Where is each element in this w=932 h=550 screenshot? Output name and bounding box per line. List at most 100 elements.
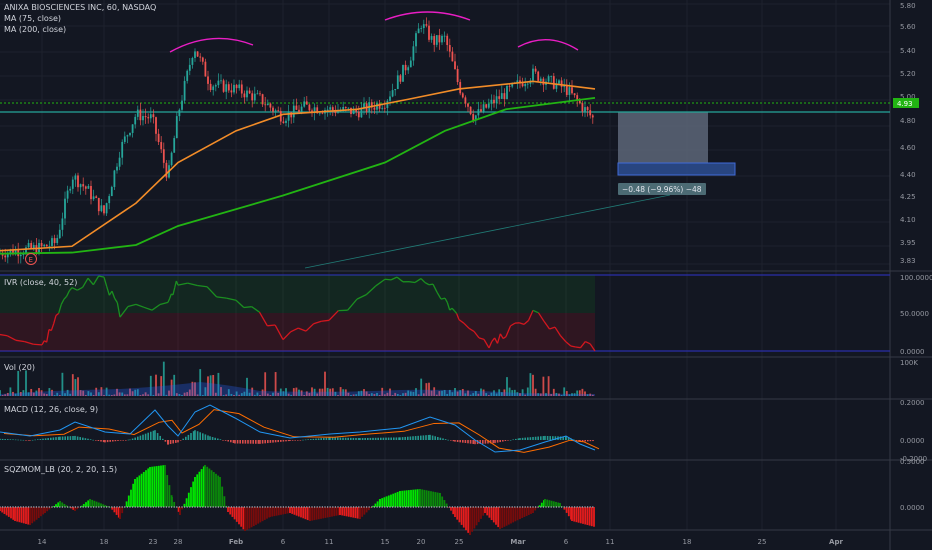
macd-histogram-bar xyxy=(217,438,219,440)
sqz-tick-label: 0.5000 xyxy=(900,458,925,466)
ma75-legend[interactable]: MA (75, close) xyxy=(4,13,156,24)
position-label: −0.48 (−9.96%) −48 xyxy=(622,185,702,194)
candle-body xyxy=(243,93,246,98)
price-tick-label: 5.20 xyxy=(900,70,916,78)
macd-histogram-bar xyxy=(125,440,127,441)
sqz-dot xyxy=(51,506,53,508)
sqz-momentum-bar xyxy=(341,507,344,516)
macd-histogram-bar xyxy=(444,439,447,440)
sqz-dot xyxy=(303,506,305,508)
sqz-momentum-bar xyxy=(275,507,278,516)
date-tick-label: 25 xyxy=(758,538,767,546)
sqzmom-legend[interactable]: SQZMOM_LB (20, 2, 20, 1.5) xyxy=(4,464,117,475)
macd-histogram-bar xyxy=(385,437,387,440)
macd-histogram-bar xyxy=(395,437,398,440)
candle-body xyxy=(376,103,378,110)
sqz-dot xyxy=(38,506,40,508)
sqz-momentum-bar xyxy=(586,507,589,526)
sqz-momentum-bar xyxy=(565,507,568,513)
ma200-legend[interactable]: MA (200, close) xyxy=(4,24,156,35)
macd-histogram-bar xyxy=(7,439,9,440)
candle-body xyxy=(82,184,85,187)
symbol-legend[interactable]: ANIXA BIOSCIENCES INC, 60, NASDAQ MA (75… xyxy=(4,2,156,35)
candle-body xyxy=(227,84,230,91)
sqz-momentum-bar xyxy=(339,507,341,515)
sqz-dot xyxy=(340,506,342,508)
sqz-momentum-bar xyxy=(567,507,570,517)
sqz-momentum-bar xyxy=(469,507,471,535)
sqz-dot xyxy=(498,506,500,508)
candle-body xyxy=(539,78,542,81)
macd-histogram-bar xyxy=(592,440,594,442)
sqz-momentum-bar xyxy=(27,507,30,525)
vol-legend[interactable]: Vol (20) xyxy=(4,362,35,373)
sqz-momentum-bar xyxy=(291,507,294,514)
chart-canvas[interactable]: 5.805.605.405.205.004.804.604.404.254.10… xyxy=(0,0,932,550)
sqz-momentum-bar xyxy=(200,469,203,507)
sqz-dot xyxy=(142,506,144,508)
candle-body xyxy=(269,103,272,108)
sqz-momentum-bar xyxy=(138,475,141,507)
macd-legend[interactable]: MACD (12, 26, close, 9) xyxy=(4,404,98,415)
macd-histogram-bar xyxy=(219,439,222,440)
sqz-dot xyxy=(358,506,360,508)
ivr-legend[interactable]: IVR (close, 40, 52) xyxy=(4,277,77,288)
sqz-dot xyxy=(451,506,453,508)
sqz-momentum-bar xyxy=(115,507,118,515)
sqz-momentum-bar xyxy=(322,507,325,519)
sqz-dot xyxy=(145,506,147,508)
ivr-segment xyxy=(428,283,434,286)
candle-body xyxy=(560,80,563,87)
candle-body xyxy=(58,229,61,239)
candle-body xyxy=(142,116,144,121)
candle-body xyxy=(584,107,586,112)
sqz-dot xyxy=(459,506,461,508)
sqz-momentum-bar xyxy=(16,507,19,522)
sqz-momentum-bar xyxy=(544,499,546,507)
sqz-dot xyxy=(158,506,160,508)
sqz-dot xyxy=(545,506,547,508)
candle-body xyxy=(4,255,7,258)
date-tick-label: Apr xyxy=(829,538,843,546)
candle-body xyxy=(199,56,202,58)
sqz-dot xyxy=(454,506,456,508)
sqz-dot xyxy=(0,506,1,508)
sqz-dot xyxy=(548,506,550,508)
sqz-dot xyxy=(4,506,6,508)
sqz-momentum-bar xyxy=(231,507,234,517)
sqz-dot xyxy=(360,506,362,508)
candle-body xyxy=(308,104,311,111)
candle-body xyxy=(292,105,295,118)
candle-body xyxy=(209,83,212,90)
candle-body xyxy=(428,25,430,40)
candle-body xyxy=(272,107,274,112)
ivr-segment xyxy=(384,278,392,281)
sqz-momentum-bar xyxy=(532,507,534,513)
macd-histogram-bar xyxy=(167,440,169,445)
macd-histogram-bar xyxy=(55,437,57,440)
symbol-title[interactable]: ANIXA BIOSCIENCES INC, 60, NASDAQ xyxy=(4,2,156,13)
sqz-momentum-bar xyxy=(151,466,154,507)
macd-histogram-bar xyxy=(496,440,499,443)
sqz-dot xyxy=(405,506,407,508)
macd-histogram-bar xyxy=(587,440,589,442)
price-tick-label: 5.40 xyxy=(900,47,916,55)
macd-histogram-bar xyxy=(72,436,74,440)
sqz-momentum-bar xyxy=(1,507,4,513)
sqz-dot xyxy=(9,506,11,508)
candle-body xyxy=(51,238,53,246)
sqz-dot xyxy=(293,506,295,508)
sqz-momentum-bar xyxy=(523,507,526,517)
macd-histogram-bar xyxy=(312,438,315,440)
sqz-dot xyxy=(368,506,370,508)
candle-body xyxy=(477,109,480,116)
sqz-momentum-bar xyxy=(10,507,12,519)
sqz-momentum-bar xyxy=(519,507,521,519)
ivr-low-zone xyxy=(0,313,595,351)
candle-body xyxy=(326,109,329,111)
macd-histogram-bar xyxy=(352,437,355,440)
sqz-dot xyxy=(376,506,378,508)
sqz-dot xyxy=(12,506,14,508)
macd-histogram-bar xyxy=(31,439,34,441)
sqz-momentum-bar xyxy=(87,500,90,507)
